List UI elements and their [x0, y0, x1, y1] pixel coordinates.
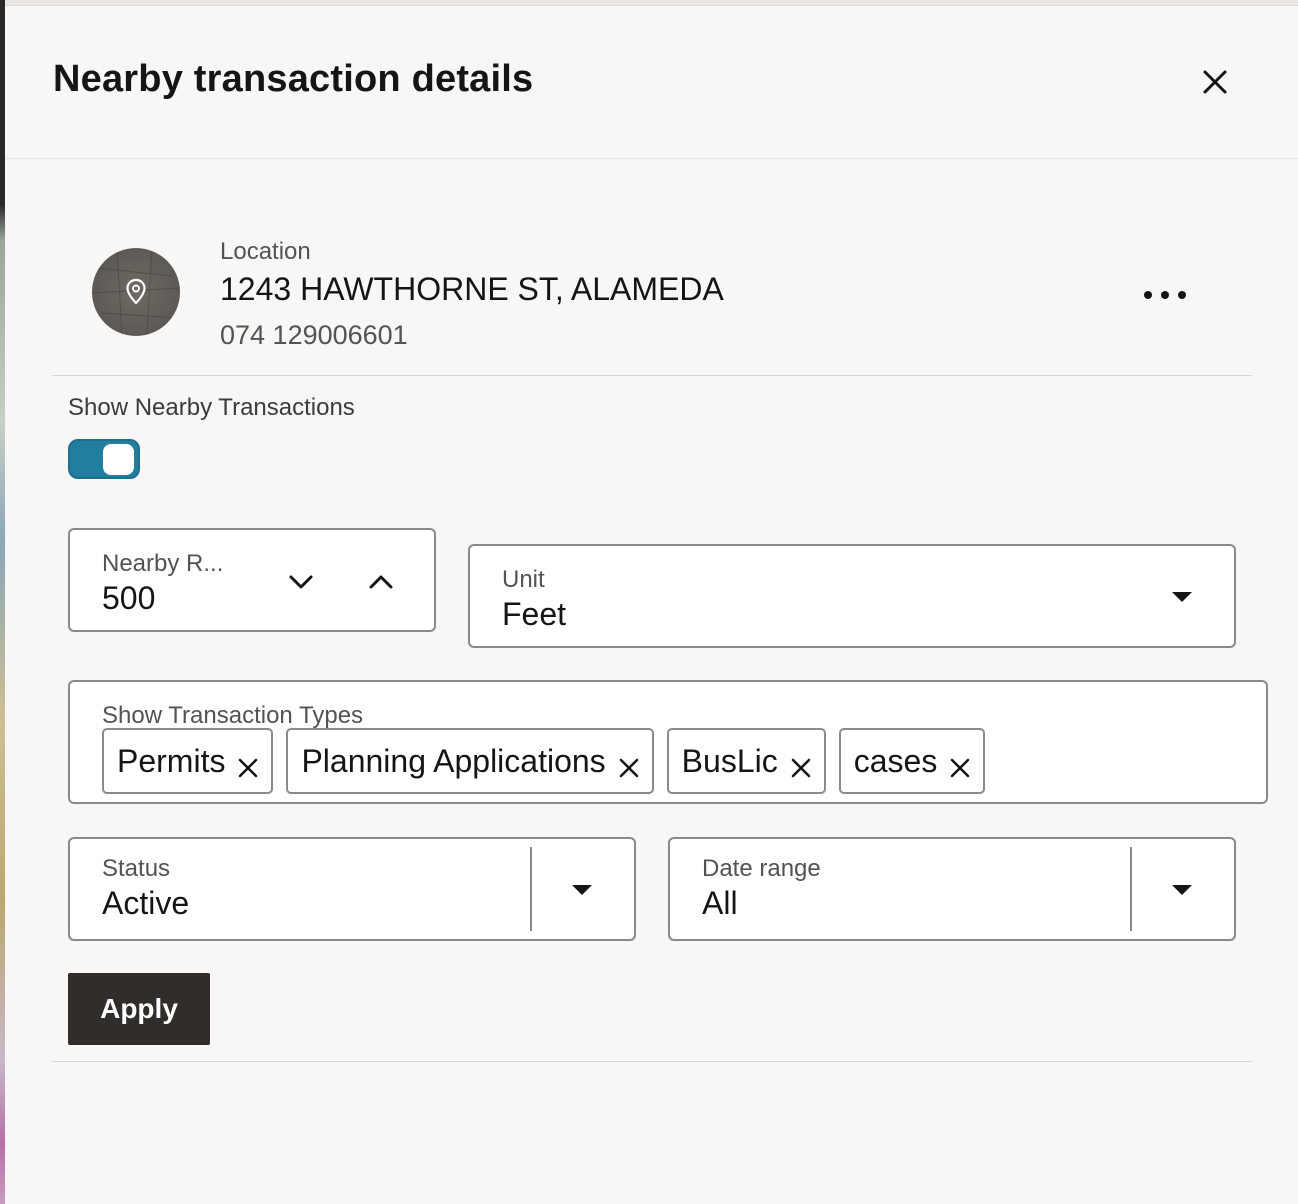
radius-decrement-button[interactable] — [283, 564, 319, 600]
status-select[interactable]: Status Active — [68, 837, 636, 941]
date-range-dropdown-button[interactable] — [1170, 883, 1194, 897]
chip-label: Permits — [117, 742, 226, 779]
select-divider — [1130, 847, 1132, 931]
remove-chip-permits-button[interactable] — [237, 750, 259, 778]
chip-label: Planning Applications — [301, 742, 606, 779]
location-label: Location — [220, 238, 311, 265]
close-icon — [239, 758, 258, 778]
unit-dropdown-button[interactable] — [1170, 590, 1194, 604]
more-horizontal-icon — [1144, 291, 1152, 299]
show-nearby-toggle-label: Show Nearby Transactions — [68, 394, 355, 421]
radius-value: 500 — [102, 580, 156, 616]
transaction-type-chips: Permits Planning Applications BusLic cas… — [102, 728, 986, 794]
unit-value: Feet — [502, 596, 567, 632]
radius-increment-button[interactable] — [363, 564, 399, 600]
close-button[interactable] — [1195, 62, 1235, 102]
location-parcel-number: 074 129006601 — [220, 320, 408, 350]
chip-cases: cases — [838, 728, 986, 794]
transaction-types-label: Show Transaction Types — [102, 702, 364, 729]
radius-label: Nearby R... — [102, 550, 224, 577]
close-icon — [619, 758, 638, 778]
panel-header: Nearby transaction details — [5, 6, 1298, 159]
chevron-up-icon — [369, 575, 393, 589]
close-icon — [791, 758, 810, 778]
close-icon — [1203, 70, 1227, 94]
panel-title: Nearby transaction details — [53, 58, 534, 100]
select-divider — [530, 847, 532, 931]
status-dropdown-button[interactable] — [570, 883, 594, 897]
map-pin-icon — [126, 278, 146, 305]
date-range-label: Date range — [702, 855, 821, 882]
nearby-transactions-panel: Nearby transaction details Location 1243… — [5, 6, 1298, 1204]
transaction-types-multiselect[interactable]: Show Transaction Types Permits Planning … — [68, 680, 1268, 804]
chevron-down-icon — [289, 575, 313, 589]
bottom-divider — [52, 1061, 1252, 1062]
chip-planning-applications: Planning Applications — [286, 728, 654, 794]
nearby-radius-stepper[interactable]: Nearby R... 500 — [68, 528, 436, 632]
unit-select[interactable]: Unit Feet — [468, 544, 1236, 648]
more-actions-button[interactable] — [1140, 280, 1190, 310]
chip-buslic: BusLic — [666, 728, 826, 794]
show-nearby-toggle[interactable] — [68, 439, 140, 479]
remove-chip-planning-applications-button[interactable] — [618, 750, 640, 778]
caret-down-icon — [1172, 592, 1192, 602]
remove-chip-cases-button[interactable] — [949, 750, 971, 778]
toggle-knob — [103, 444, 134, 475]
location-address: 1243 HAWTHORNE ST, ALAMEDA — [220, 271, 724, 307]
location-avatar — [92, 248, 180, 336]
apply-button[interactable]: Apply — [68, 973, 210, 1045]
caret-down-icon — [1172, 885, 1192, 895]
chip-label: cases — [853, 742, 938, 779]
status-label: Status — [102, 855, 171, 882]
chip-permits: Permits — [102, 728, 274, 794]
status-value: Active — [102, 885, 190, 921]
close-icon — [951, 758, 970, 778]
unit-label: Unit — [502, 566, 545, 593]
location-card: Location 1243 HAWTHORNE ST, ALAMEDA 074 … — [52, 196, 1252, 376]
date-range-value: All — [702, 885, 738, 921]
remove-chip-buslic-button[interactable] — [790, 750, 812, 778]
chip-label: BusLic — [681, 742, 778, 779]
caret-down-icon — [572, 885, 592, 895]
date-range-select[interactable]: Date range All — [668, 837, 1236, 941]
